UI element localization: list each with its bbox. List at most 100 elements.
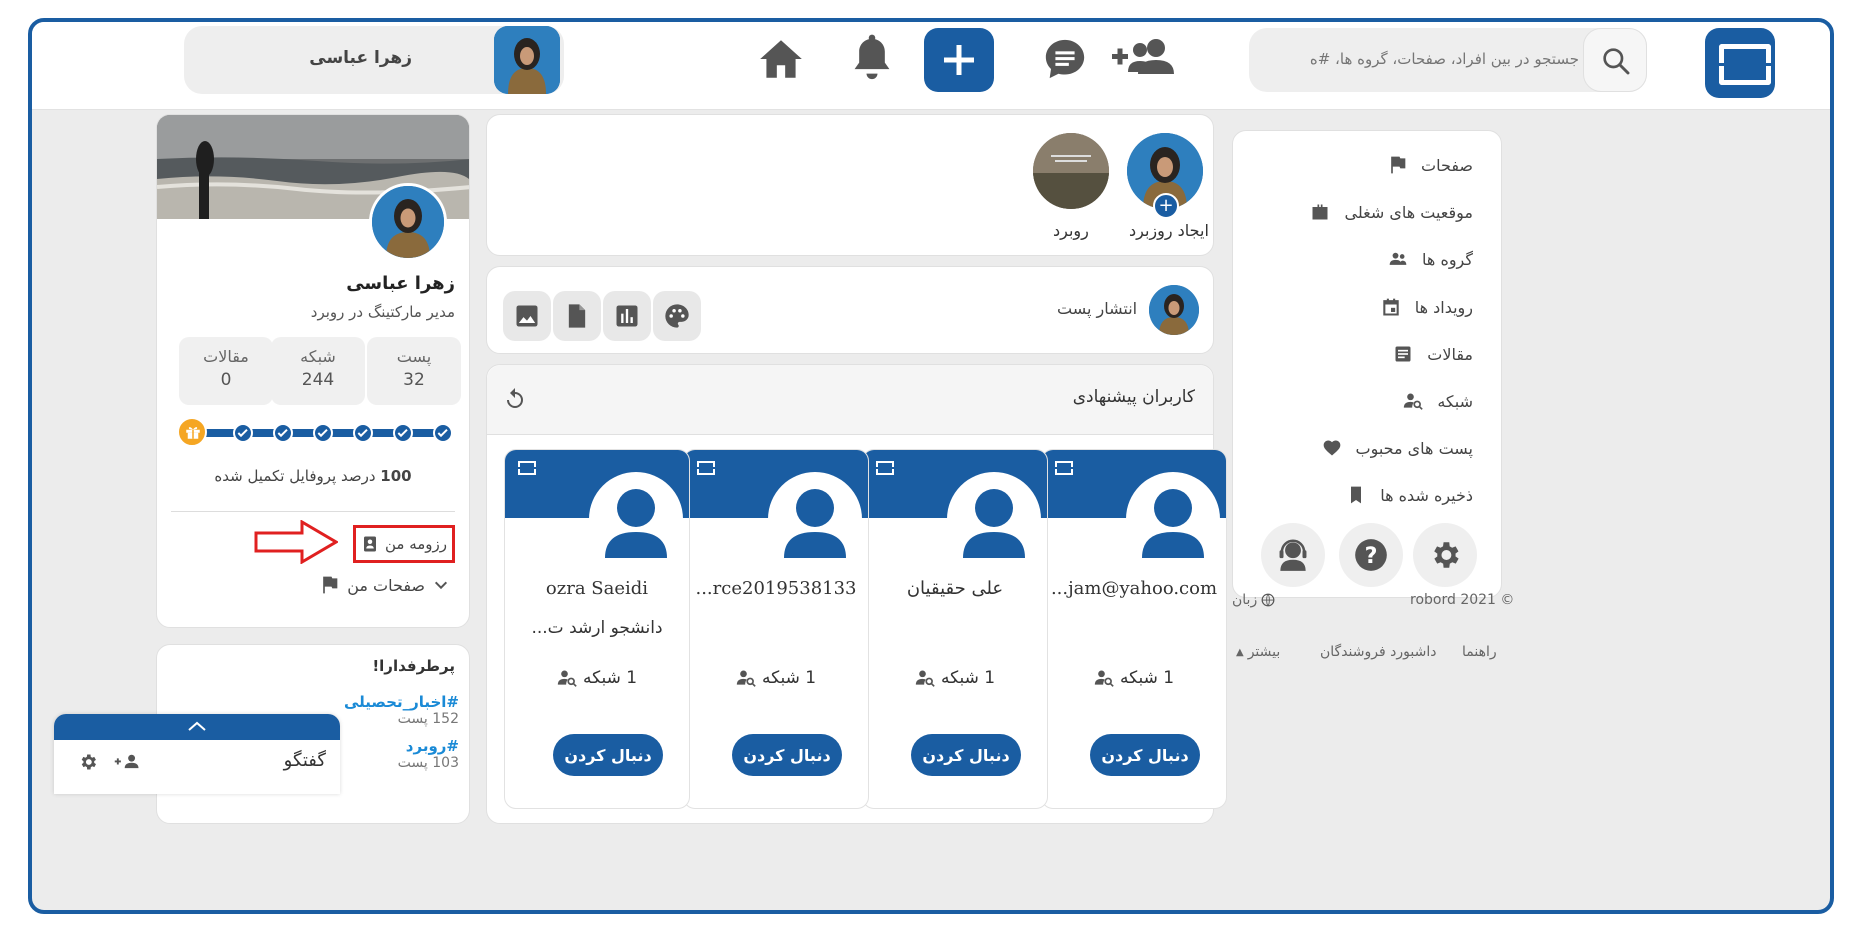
stat-value: 244 — [301, 370, 335, 390]
avatar-photo — [494, 26, 560, 94]
profile-chip[interactable]: زهرا عباسی — [184, 26, 564, 94]
user-placeholder-icon — [784, 489, 846, 558]
robord-logo[interactable] — [1705, 28, 1775, 98]
sidebar-item-articles[interactable]: مقالات — [1393, 344, 1473, 364]
user-network: 1 شبکه — [505, 668, 689, 688]
search-button[interactable] — [1583, 28, 1647, 92]
seller-dashboard-link[interactable]: داشبورد فروشندگان — [1320, 644, 1436, 660]
settings-button[interactable] — [1413, 523, 1477, 587]
notification-bell-icon[interactable] — [850, 32, 894, 86]
chevron-down-icon — [434, 581, 448, 590]
user-name[interactable]: ...jam@yahoo.com — [1042, 578, 1226, 599]
gear-icon[interactable] — [78, 752, 98, 772]
profile-title: مدیر مارکتینگ در روبرد — [310, 303, 455, 321]
my-pages-dropdown[interactable]: صفحات من — [319, 575, 449, 595]
chat-expand-bar[interactable] — [54, 714, 340, 740]
more-link[interactable]: بیشتر ▲ — [1236, 644, 1280, 660]
language-label: زبان — [1232, 592, 1258, 608]
trending-tag[interactable]: #روبرد — [406, 737, 459, 755]
globe-icon — [1261, 593, 1275, 607]
add-friend-icon[interactable] — [1110, 34, 1178, 82]
bookmark-icon — [1351, 486, 1362, 504]
profile-completion: 100 درصد پروفایل تکمیل شده — [157, 467, 469, 485]
support-button[interactable] — [1261, 523, 1325, 587]
follow-button[interactable]: دنبال کردن — [732, 734, 842, 776]
chat-widget[interactable]: گفتگو — [54, 714, 340, 794]
stat-label: مقالات — [203, 347, 249, 366]
suggested-user-card[interactable]: ...rce2019538133 1 شبکه دنبال کردن — [683, 449, 869, 809]
help-button[interactable]: ? — [1339, 523, 1403, 587]
user-name[interactable]: ozra Saeidi — [505, 578, 689, 599]
stat-articles[interactable]: مقالات 0 — [179, 337, 273, 405]
user-avatar[interactable] — [947, 472, 1041, 566]
flag-icon — [323, 576, 338, 594]
trending-tag[interactable]: #اخبار_تحصیلی — [344, 693, 459, 711]
messages-icon[interactable] — [1042, 36, 1088, 82]
sidebar-item-events[interactable]: رویداد ها — [1381, 297, 1473, 317]
network-count: 1 شبکه — [582, 668, 638, 688]
user-avatar[interactable] — [1126, 472, 1220, 566]
sidebar-item-groups[interactable]: گروه ها — [1388, 249, 1473, 269]
suggested-user-card[interactable]: علی حقیقیان 1 شبکه دنبال کردن — [862, 449, 1048, 809]
trending-count: 103 پست — [397, 755, 459, 771]
suggested-user-card[interactable]: ...jam@yahoo.com 1 شبکه دنبال کردن — [1041, 449, 1227, 809]
user-placeholder-icon — [605, 489, 667, 558]
stat-posts[interactable]: پست 32 — [367, 337, 461, 405]
document-button[interactable] — [553, 291, 601, 341]
stat-label: شبکه — [300, 347, 336, 366]
user-name[interactable]: ...rce2019538133 — [684, 578, 868, 599]
stat-network[interactable]: شبکه 244 — [271, 337, 365, 405]
user-placeholder-icon — [1142, 489, 1204, 558]
user-avatar[interactable] — [768, 472, 862, 566]
profile-chip-name: زهرا عباسی — [309, 48, 412, 68]
palette-button[interactable] — [653, 291, 701, 341]
refresh-icon[interactable] — [503, 387, 527, 411]
image-button[interactable] — [503, 291, 551, 341]
progress-step-check — [273, 423, 293, 443]
sidebar-item-popular-posts[interactable]: پست های محبوب — [1322, 438, 1473, 458]
search-input[interactable] — [1279, 44, 1579, 74]
sidebar-item-pages[interactable]: صفحات — [1387, 155, 1473, 175]
robord-story-avatar[interactable] — [1033, 133, 1109, 209]
user-placeholder-icon — [963, 489, 1025, 558]
create-post-button[interactable] — [924, 28, 994, 92]
gear-icon — [1434, 542, 1459, 568]
follow-button[interactable]: دنبال کردن — [911, 734, 1021, 776]
sidebar-item-label: موقعیت های شغلی — [1344, 202, 1473, 222]
sidebar-item-saved[interactable]: ذخیره شده ها — [1346, 485, 1473, 505]
check-icon — [277, 428, 288, 438]
check-icon — [357, 428, 368, 438]
poll-button[interactable] — [603, 291, 651, 341]
resume-link[interactable]: رزومه من — [353, 525, 455, 563]
add-friend-icon[interactable] — [114, 752, 140, 772]
network-count: 1 شبکه — [761, 668, 817, 688]
user-network: 1 شبکه — [1042, 668, 1226, 688]
profile-avatar[interactable] — [369, 183, 447, 261]
sidebar-menu: صفحات موقعیت های شغلی گروه ها رویداد ها … — [1232, 130, 1502, 598]
resume-label: رزومه من — [384, 535, 448, 553]
user-name[interactable]: علی حقیقیان — [863, 578, 1047, 599]
question-icon: ? — [1355, 539, 1387, 571]
user-avatar[interactable] — [589, 472, 683, 566]
stat-label: پست — [396, 347, 432, 366]
robord-mini-logo-icon — [518, 461, 536, 475]
add-story-button[interactable]: + — [1153, 193, 1179, 219]
home-icon[interactable] — [756, 34, 806, 84]
image-icon — [516, 305, 538, 327]
suggested-user-card[interactable]: ozra Saeidi دانشجو ارشد ت... 1 شبکه دنبال ک… — [504, 449, 690, 809]
language-link[interactable]: زبان — [1232, 592, 1275, 608]
robord-story-label: روبرد — [1053, 221, 1089, 240]
robord-mini-logo-icon — [876, 461, 894, 475]
follow-button[interactable]: دنبال کردن — [553, 734, 663, 776]
gift-badge[interactable] — [177, 417, 207, 447]
user-bio: دانشجو ارشد ت... — [531, 618, 663, 638]
publish-post-label[interactable]: انتشار پست — [1057, 299, 1137, 318]
follow-button[interactable]: دنبال کردن — [1090, 734, 1200, 776]
progress-step-check — [353, 423, 373, 443]
sidebar-item-network[interactable]: شبکه — [1403, 391, 1473, 411]
help-link[interactable]: راهنما — [1462, 644, 1497, 660]
sidebar-item-jobs[interactable]: موقعیت های شغلی — [1310, 202, 1473, 222]
network-icon — [915, 670, 935, 687]
network-icon — [1094, 670, 1114, 687]
profile-name[interactable]: زهرا عباسی — [346, 273, 455, 294]
